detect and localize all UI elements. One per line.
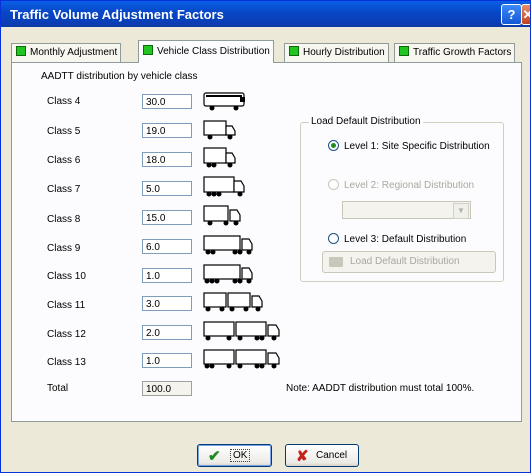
class-label: Class 5 — [47, 126, 81, 137]
truck-class-5-icon — [203, 120, 236, 140]
class-label: Class 12 — [47, 329, 86, 340]
class-5-input[interactable]: 19.0 — [142, 123, 192, 138]
section-label: AADTT distribution by vehicle class — [41, 71, 198, 82]
tab-traffic-growth-factors[interactable]: Traffic Growth Factors — [394, 43, 516, 62]
class-label: Class 11 — [47, 300, 86, 311]
truck-class-6-icon — [203, 147, 236, 168]
region-dropdown[interactable]: ▼ — [342, 201, 471, 219]
tab-hourly-distribution[interactable]: Hourly Distribution — [284, 43, 389, 62]
truck-class-9-icon — [203, 235, 253, 255]
radio-selected-icon — [328, 140, 339, 151]
folder-icon — [329, 257, 343, 267]
level-1-radio[interactable]: Level 1: Site Specific Distribution — [328, 140, 490, 152]
truck-class-12-icon — [203, 321, 280, 341]
load-default-distribution-button[interactable]: Load Default Distribution — [322, 251, 496, 273]
close-button[interactable]: ✕ — [521, 4, 530, 25]
class-4-input[interactable]: 30.0 — [142, 94, 192, 109]
title-bar[interactable]: Traffic Volume Adjustment Factors ? ✕ — [1, 1, 530, 27]
class-10-input[interactable]: 1.0 — [142, 268, 192, 283]
class-label: Class 4 — [47, 96, 81, 107]
truck-class-10-icon — [203, 264, 253, 284]
class-11-input[interactable]: 3.0 — [142, 296, 192, 311]
class-12-input[interactable]: 2.0 — [142, 325, 192, 340]
group-title: Load Default Distribution — [309, 116, 423, 127]
checkmark-icon: ✔ — [208, 448, 221, 465]
class-label: Class 13 — [47, 357, 86, 368]
total-label: Total — [47, 383, 69, 394]
class-label: Class 8 — [47, 214, 81, 225]
bus-icon — [203, 92, 245, 111]
dropdown-arrow-icon[interactable]: ▼ — [453, 203, 469, 219]
class-8-input[interactable]: 15.0 — [142, 210, 192, 225]
tab-monthly-adjustment[interactable]: Monthly Adjustment — [11, 43, 122, 62]
check-icon — [289, 46, 299, 56]
radio-icon — [328, 179, 339, 190]
x-icon: ✘ — [296, 448, 309, 465]
class-label: Class 10 — [47, 271, 86, 282]
class-label: Class 7 — [47, 184, 81, 195]
tab-vehicle-class-distribution[interactable]: Vehicle Class Distribution — [138, 40, 274, 63]
class-13-input[interactable]: 1.0 — [142, 353, 192, 368]
radio-icon — [328, 233, 339, 244]
ok-button[interactable]: ✔ OK — [197, 444, 272, 467]
total-value: 100.0 — [142, 381, 192, 396]
class-label: Class 6 — [47, 155, 81, 166]
truck-class-8-icon — [203, 205, 241, 226]
dialog-window: Traffic Volume Adjustment Factors ? ✕ Mo… — [0, 0, 531, 473]
class-7-input[interactable]: 5.0 — [142, 181, 192, 196]
class-9-input[interactable]: 6.0 — [142, 239, 192, 254]
class-6-input[interactable]: 18.0 — [142, 152, 192, 167]
truck-class-11-icon — [203, 292, 263, 312]
window-title: Traffic Volume Adjustment Factors — [10, 7, 224, 22]
total-note: Note: AADDT distribution must total 100%… — [286, 383, 475, 394]
help-button[interactable]: ? — [501, 4, 522, 25]
check-icon — [16, 46, 26, 56]
level-2-radio[interactable]: Level 2: Regional Distribution — [328, 179, 474, 191]
check-icon — [399, 46, 409, 56]
check-icon — [143, 45, 153, 55]
cancel-button[interactable]: ✘ Cancel — [285, 444, 359, 467]
truck-class-7-icon — [203, 176, 245, 197]
level-3-radio[interactable]: Level 3: Default Distribution — [328, 233, 466, 245]
truck-class-13-icon — [203, 349, 280, 369]
class-label: Class 9 — [47, 243, 81, 254]
